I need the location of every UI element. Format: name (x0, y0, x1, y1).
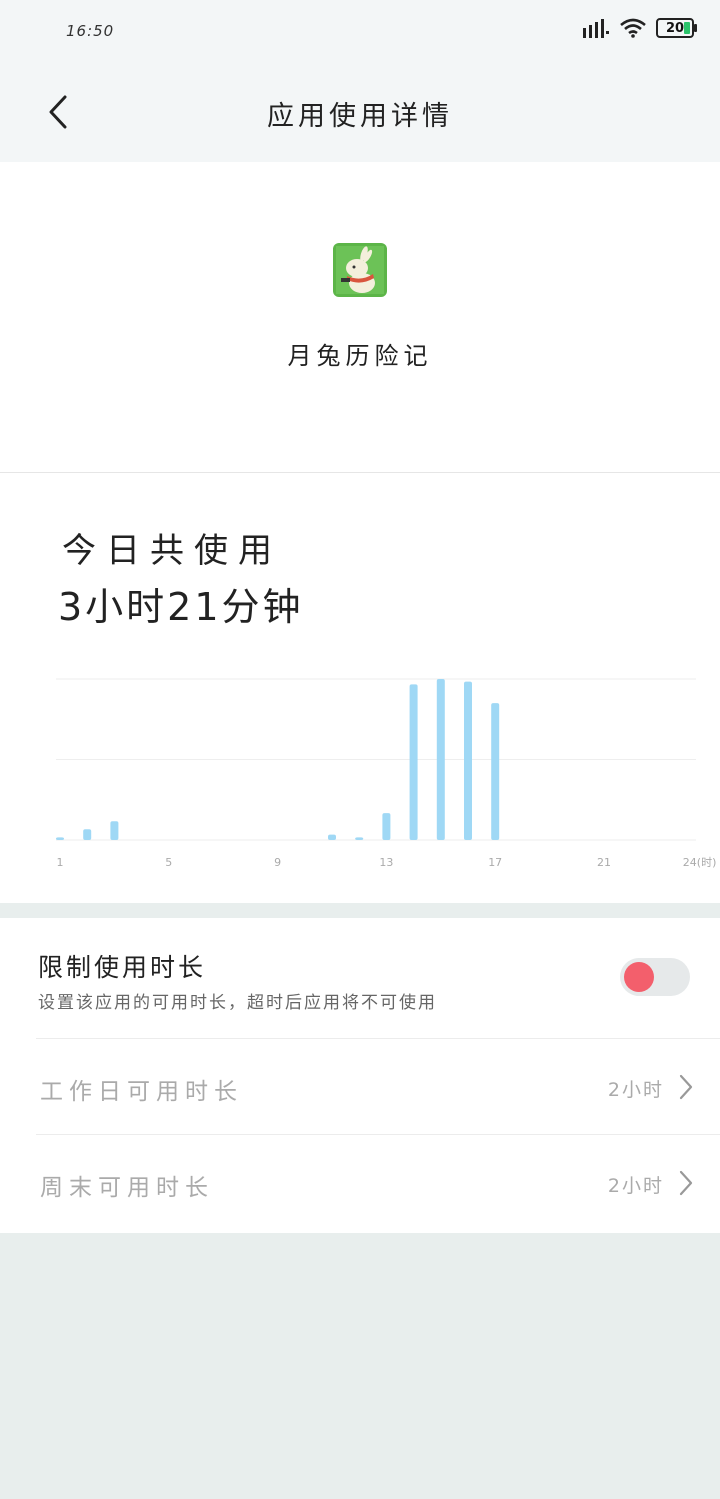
app-bar: 应用使用详情 (0, 62, 720, 162)
chart-bar (328, 834, 336, 840)
chart-bar (56, 837, 64, 840)
chart-tick-label: 5 (165, 856, 172, 869)
chart-tick-label: 13 (379, 856, 393, 869)
app-info-section: 月兔历险记 (0, 162, 720, 473)
chart-tick-label: 17 (488, 856, 502, 869)
limit-description: 设置该应用的可用时长，超时后应用将不可使用 (38, 993, 437, 1013)
status-icons: 20 (582, 18, 697, 38)
usage-label: 今日共使用 (62, 531, 282, 571)
usage-total: 3小时21分钟 (58, 585, 304, 629)
limit-settings-section: 限制使用时长 设置该应用的可用时长，超时后应用将不可使用 工作日可用时长 2小时… (0, 918, 720, 1233)
limit-toggle[interactable] (620, 958, 690, 996)
chart-bar (355, 837, 364, 840)
battery-icon: 20 (656, 18, 697, 38)
chart-tick-label: 24(时) (683, 856, 717, 869)
usage-bar-chart: 1 5 9 13 17 21 24(时) (56, 678, 717, 869)
chart-bar (436, 679, 445, 840)
usage-section: 今日共使用 3小时21分钟 1 5 9 13 17 21 24(时) (0, 473, 720, 903)
chart-bar (409, 684, 418, 840)
status-time: 16:50 (66, 22, 115, 40)
limit-title: 限制使用时长 (38, 953, 207, 982)
chevron-right-icon (679, 1074, 693, 1100)
weekday-limit-value: 2小时 (607, 1079, 664, 1101)
chart-tick-label: 21 (597, 856, 611, 869)
weekday-limit-label: 工作日可用时长 (40, 1079, 243, 1105)
weekend-limit-label: 周末可用时长 (40, 1175, 214, 1201)
chart-bar (83, 829, 92, 840)
toggle-knob (624, 962, 654, 992)
chart-bar (382, 813, 391, 840)
weekend-limit-value: 2小时 (607, 1175, 664, 1197)
status-bar: 16:50 20 (0, 0, 720, 62)
weekday-limit-row[interactable]: 工作日可用时长 2小时 (36, 1038, 720, 1135)
chart-tick-label: 9 (274, 856, 281, 869)
chart-bar (464, 681, 472, 840)
chart-bar (491, 703, 500, 840)
chevron-right-icon (679, 1170, 693, 1196)
weekend-limit-row[interactable]: 周末可用时长 2小时 (36, 1134, 720, 1231)
battery-level: 20 (665, 20, 685, 36)
wifi-icon (620, 18, 646, 38)
rabbit-icon (333, 243, 387, 297)
chart-tick-label: 1 (57, 856, 64, 869)
chart-bar (110, 821, 119, 840)
signal-icon (583, 19, 609, 38)
app-name: 月兔历险记 (287, 342, 433, 370)
app-icon (333, 243, 387, 297)
page-title: 应用使用详情 (267, 101, 453, 132)
